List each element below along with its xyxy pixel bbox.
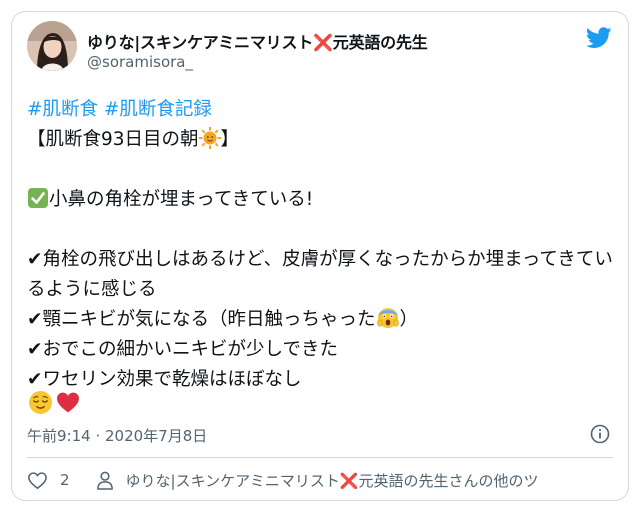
tweet-timestamp[interactable]: 午前9:14 · 2020年7月8日 — [27, 425, 207, 446]
tweet-title-line: 【肌断食93日目の朝 】 — [27, 125, 617, 155]
relieved-face-emoji — [29, 391, 52, 414]
more-tweets-label: ゆりな|スキンケアミニマリスト❌元英語の先生さんの他のツ — [125, 471, 539, 490]
sun-emoji — [198, 127, 221, 149]
tweet-line-2: ✔︎顎ニキビが気になる（昨日触っちゃった ） — [27, 305, 617, 335]
info-icon[interactable] — [590, 424, 610, 444]
tweet-line-1: ✔︎角栓の飛び出しはあるけど、皮膚が厚くなったからか埋まってきているように感じる — [27, 249, 613, 300]
avatar[interactable] — [27, 21, 77, 71]
like-button[interactable]: 2 — [27, 471, 70, 490]
tweet-actions: 2 ゆりな|スキンケアミニマリスト❌元英語の先生さんの他のツ — [27, 468, 539, 492]
check-emoji — [28, 188, 48, 208]
tweet-line-2-text: ✔︎顎ニキビが気になる（昨日触っちゃった — [27, 309, 376, 330]
like-count: 2 — [60, 471, 70, 489]
tweet-check-line: 小鼻の角栓が埋まってきている! — [27, 185, 617, 215]
emoji-row — [28, 390, 81, 416]
author-handle[interactable]: @soramisora_ — [87, 53, 193, 71]
divider — [27, 457, 613, 458]
scream-emoji — [376, 308, 399, 328]
tweet-line-3: ✔︎おでこの細かいニキビが少しできた — [27, 339, 338, 360]
tweet-line-4: ✔︎ワセリン効果で乾燥はほぼなし — [27, 369, 302, 390]
tweet-card: ゆりな|スキンケアミニマリスト❌元英語の先生 @soramisora_ #肌断食… — [11, 11, 629, 501]
hashtags[interactable]: #肌断食 #肌断食記録 — [27, 95, 617, 125]
tweet-check-text: 小鼻の角栓が埋まってきている! — [49, 189, 314, 210]
tweet-title-end: 】 — [220, 129, 240, 150]
author-display-name[interactable]: ゆりな|スキンケアミニマリスト❌元英語の先生 — [87, 29, 428, 53]
person-icon — [96, 471, 113, 490]
tweet-title: 【肌断食93日目の朝 — [27, 129, 199, 150]
red-heart-emoji — [57, 392, 79, 413]
twitter-bird-icon[interactable] — [586, 27, 612, 49]
tweet-line-2-end: ） — [399, 309, 419, 330]
tweet-text: #肌断食 #肌断食記録 【肌断食93日目の朝 】 小鼻の角栓が埋まってきている!… — [27, 95, 617, 395]
more-tweets-link[interactable]: ゆりな|スキンケアミニマリスト❌元英語の先生さんの他のツ — [96, 470, 539, 491]
heart-icon — [28, 471, 47, 489]
